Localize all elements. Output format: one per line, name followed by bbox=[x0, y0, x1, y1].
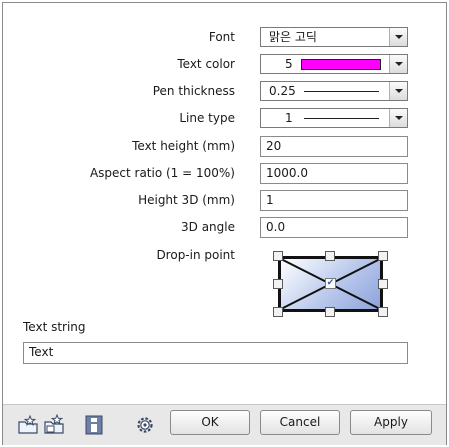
pen-thickness-value: 0.25 bbox=[269, 84, 296, 98]
color-swatch bbox=[301, 59, 381, 70]
text-color-label: Text color bbox=[177, 57, 235, 71]
angle-3d-label: 3D angle bbox=[181, 220, 235, 234]
font-value: 맑은 고딕 bbox=[269, 30, 317, 44]
line-type-preview bbox=[304, 118, 379, 119]
drop-in-point-label: Drop-in point bbox=[156, 248, 235, 262]
handle-top-left[interactable] bbox=[273, 251, 283, 261]
settings-gear-icon[interactable] bbox=[134, 414, 156, 436]
text-height-label: Text height (mm) bbox=[132, 139, 235, 153]
chevron-down-icon[interactable] bbox=[389, 28, 407, 46]
handle-middle-right[interactable] bbox=[378, 279, 388, 289]
apply-button[interactable]: Apply bbox=[350, 410, 432, 435]
checkmark-icon[interactable]: ✔ bbox=[325, 278, 336, 289]
pen-line-preview bbox=[304, 91, 379, 92]
aspect-ratio-input[interactable]: 1000.0 bbox=[260, 163, 408, 184]
height-3d-input[interactable]: 1 bbox=[260, 190, 408, 211]
handle-bottom-center[interactable] bbox=[325, 307, 335, 317]
open-favorite-icon[interactable] bbox=[17, 414, 39, 436]
chevron-down-icon[interactable] bbox=[389, 109, 407, 127]
text-string-label: Text string bbox=[23, 320, 86, 334]
drop-in-point-selector[interactable]: ✔ bbox=[273, 251, 388, 317]
properties-icon[interactable] bbox=[83, 414, 105, 436]
handle-top-right[interactable] bbox=[378, 251, 388, 261]
text-color-value: 5 bbox=[285, 57, 293, 71]
height-3d-label: Height 3D (mm) bbox=[138, 193, 235, 207]
aspect-ratio-label: Aspect ratio (1 = 100%) bbox=[89, 166, 235, 180]
handle-bottom-right[interactable] bbox=[378, 307, 388, 317]
chevron-down-icon[interactable] bbox=[389, 55, 407, 73]
angle-3d-input[interactable]: 0.0 bbox=[260, 217, 408, 238]
cancel-button[interactable]: Cancel bbox=[260, 410, 340, 435]
font-label: Font bbox=[208, 30, 235, 44]
text-height-input[interactable]: 20 bbox=[260, 136, 408, 157]
handle-middle-left[interactable] bbox=[273, 279, 283, 289]
line-type-dropdown[interactable]: 1 bbox=[260, 108, 408, 128]
font-dropdown[interactable]: 맑은 고딕 bbox=[260, 27, 408, 47]
text-color-dropdown[interactable]: 5 bbox=[260, 54, 408, 74]
text-string-input[interactable]: Text bbox=[23, 342, 408, 364]
handle-bottom-left[interactable] bbox=[273, 307, 283, 317]
ok-button[interactable]: OK bbox=[170, 410, 250, 435]
pen-thickness-label: Pen thickness bbox=[152, 84, 235, 98]
pen-thickness-dropdown[interactable]: 0.25 bbox=[260, 81, 408, 101]
handle-top-center[interactable] bbox=[325, 251, 335, 261]
line-type-label: Line type bbox=[179, 111, 235, 125]
save-favorite-icon[interactable] bbox=[43, 414, 65, 436]
chevron-down-icon[interactable] bbox=[389, 82, 407, 100]
line-type-value: 1 bbox=[285, 111, 293, 125]
